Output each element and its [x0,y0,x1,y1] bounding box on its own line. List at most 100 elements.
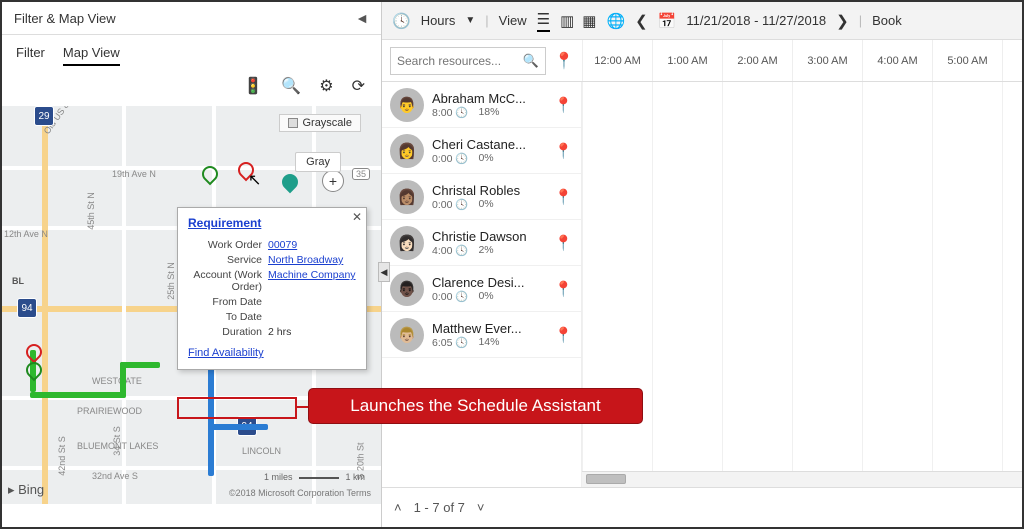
search-box[interactable]: 🔍 [390,47,546,75]
tab-filter[interactable]: Filter [16,45,45,66]
route-line [120,362,160,368]
road [42,106,48,504]
street-label: 34 St S [112,426,122,456]
avatar: 👨 [390,88,424,122]
view-columns-icon[interactable]: ▥ [560,12,572,30]
street-label: 12th Ave N [4,229,48,239]
resources-area: 👨Abraham McC...8:00 🕓18%📍👩Cheri Castane.… [382,82,1022,487]
resource-pin-icon[interactable]: 📍 [554,96,573,114]
resource-pin-icon[interactable]: 📍 [554,188,573,206]
page-up-icon[interactable]: ˄ [394,500,402,515]
timeline-column [1002,82,1022,487]
street-label: 42nd St S [57,436,67,476]
cursor-icon: ↖ [248,170,261,190]
bing-label: Bing [18,482,44,497]
resource-info: Christie Dawson4:00 🕓2% [432,229,546,257]
view-list-icon[interactable]: ☰ [537,10,550,32]
chevron-down-icon[interactable]: ▼ [465,15,475,26]
time-header-cell: 5:00 AM [932,40,1002,81]
resource-pin-icon[interactable]: 📍 [554,142,573,160]
panel-expand-handle[interactable]: ◀ [378,262,390,282]
resource-row[interactable]: 👨🏿Clarence Desi...0:00 🕓0%📍 [382,266,581,312]
hwy-shield: 35 [352,168,370,180]
service-link[interactable]: North Broadway [268,254,343,266]
traffic-icon[interactable]: 🚦 [243,76,263,96]
route-line [208,424,268,430]
horizontal-scrollbar[interactable] [582,471,1022,487]
map-zoom-in[interactable]: + [322,170,344,192]
resource-name: Christie Dawson [432,229,546,244]
account-link[interactable]: Machine Company [268,269,356,293]
street-label: 45th St N [86,192,96,230]
timeline-column [792,82,862,487]
find-availability-link[interactable]: Find Availability [188,347,264,359]
scale-miles: 1 miles [264,472,293,482]
time-header-cell: 2:00 AM [722,40,792,81]
requirement-popup: ✕ Requirement Work Order00079 ServiceNor… [177,207,367,370]
route-line [30,392,125,398]
time-header-cell: 6:00 [1002,40,1022,81]
hours-dropdown[interactable]: Hours [421,13,456,28]
map-scale: 1 miles 1 km [264,472,365,482]
resource-name: Abraham McC... [432,91,546,106]
resource-sub: 8:00 🕓18% [432,106,546,119]
time-header: 12:00 AM1:00 AM2:00 AM3:00 AM4:00 AM5:00… [582,40,1022,81]
location-pin-icon[interactable]: 📍 [554,51,574,71]
book-button[interactable]: Book [872,13,902,28]
view-grid-icon[interactable]: ▦ [582,12,596,30]
search-icon[interactable]: 🔍 [523,53,539,69]
street-label: 19th Ave N [112,169,156,179]
map-layer-button[interactable]: Gray [295,152,341,172]
pager-text: 1 - 7 of 7 [414,500,465,515]
resource-pin-icon[interactable]: 📍 [554,280,573,298]
work-order-link[interactable]: 00079 [268,239,297,251]
street-label: 32nd Ave S [92,471,138,481]
resource-pin-icon[interactable]: 📍 [554,326,573,344]
to-date-label: To Date [188,311,268,323]
date-range[interactable]: 11/21/2018 - 11/27/2018 [686,13,826,28]
timeline-column [652,82,722,487]
refresh-icon[interactable]: ⟳ [352,76,365,96]
account-label: Account (Work Order) [188,269,268,293]
resource-sub: 0:00 🕓0% [432,152,546,165]
tab-map-view[interactable]: Map View [63,45,120,66]
collapse-left-icon[interactable]: ◄ [355,10,369,26]
avatar: 👨🏼 [390,318,424,352]
timeline-column [862,82,932,487]
duration-label: Duration [188,326,268,338]
prev-icon[interactable]: ❮ [635,12,648,30]
from-date-label: From Date [188,296,268,308]
resource-row[interactable]: 👨 Abraham McC...8:00 🕓18% 📍 [382,82,581,128]
search-input[interactable] [397,54,517,68]
search-icon[interactable]: 🔍 [281,76,301,96]
callout-annotation: Launches the Schedule Assistant [308,388,643,424]
timeline-column [722,82,792,487]
map-pin[interactable] [279,171,302,194]
time-header-cell: 12:00 AM [582,40,652,81]
work-order-label: Work Order [188,239,268,251]
gear-icon[interactable]: ⚙ [319,76,333,96]
resource-row[interactable]: 👨🏼Matthew Ever...6:05 🕓14%📍 [382,312,581,358]
resource-sub: 0:00 🕓0% [432,198,546,211]
map-layer-toggle[interactable]: Grayscale [279,114,361,132]
resource-row[interactable]: 👩🏻 Christie Dawson4:00 🕓2% 📍 [382,220,581,266]
resource-info: Cheri Castane...0:00 🕓0% [432,137,546,165]
scale-km: 1 km [345,472,365,482]
resource-row[interactable]: 👩🏽Christal Robles0:00 🕓0%📍 [382,174,581,220]
resource-name: Clarence Desi... [432,275,546,290]
resource-info: Abraham McC...8:00 🕓18% [432,91,546,119]
page-down-icon[interactable]: ˅ [477,500,485,515]
scrollbar-thumb[interactable] [586,474,626,484]
globe-icon[interactable]: 🌐 [606,12,625,30]
avatar: 👨🏿 [390,272,424,306]
time-header-cell: 1:00 AM [652,40,722,81]
timeline-grid[interactable] [582,82,1022,487]
calendar-icon[interactable]: 📅 [658,12,677,30]
popup-title-link[interactable]: Requirement [188,216,261,230]
avatar: 👩🏻 [390,226,424,260]
close-icon[interactable]: ✕ [352,210,362,224]
resource-row[interactable]: 👩Cheri Castane...0:00 🕓0%📍 [382,128,581,174]
left-panel-title: Filter & Map View [14,11,116,26]
resource-pin-icon[interactable]: 📍 [554,234,573,252]
next-icon[interactable]: ❯ [836,12,849,30]
